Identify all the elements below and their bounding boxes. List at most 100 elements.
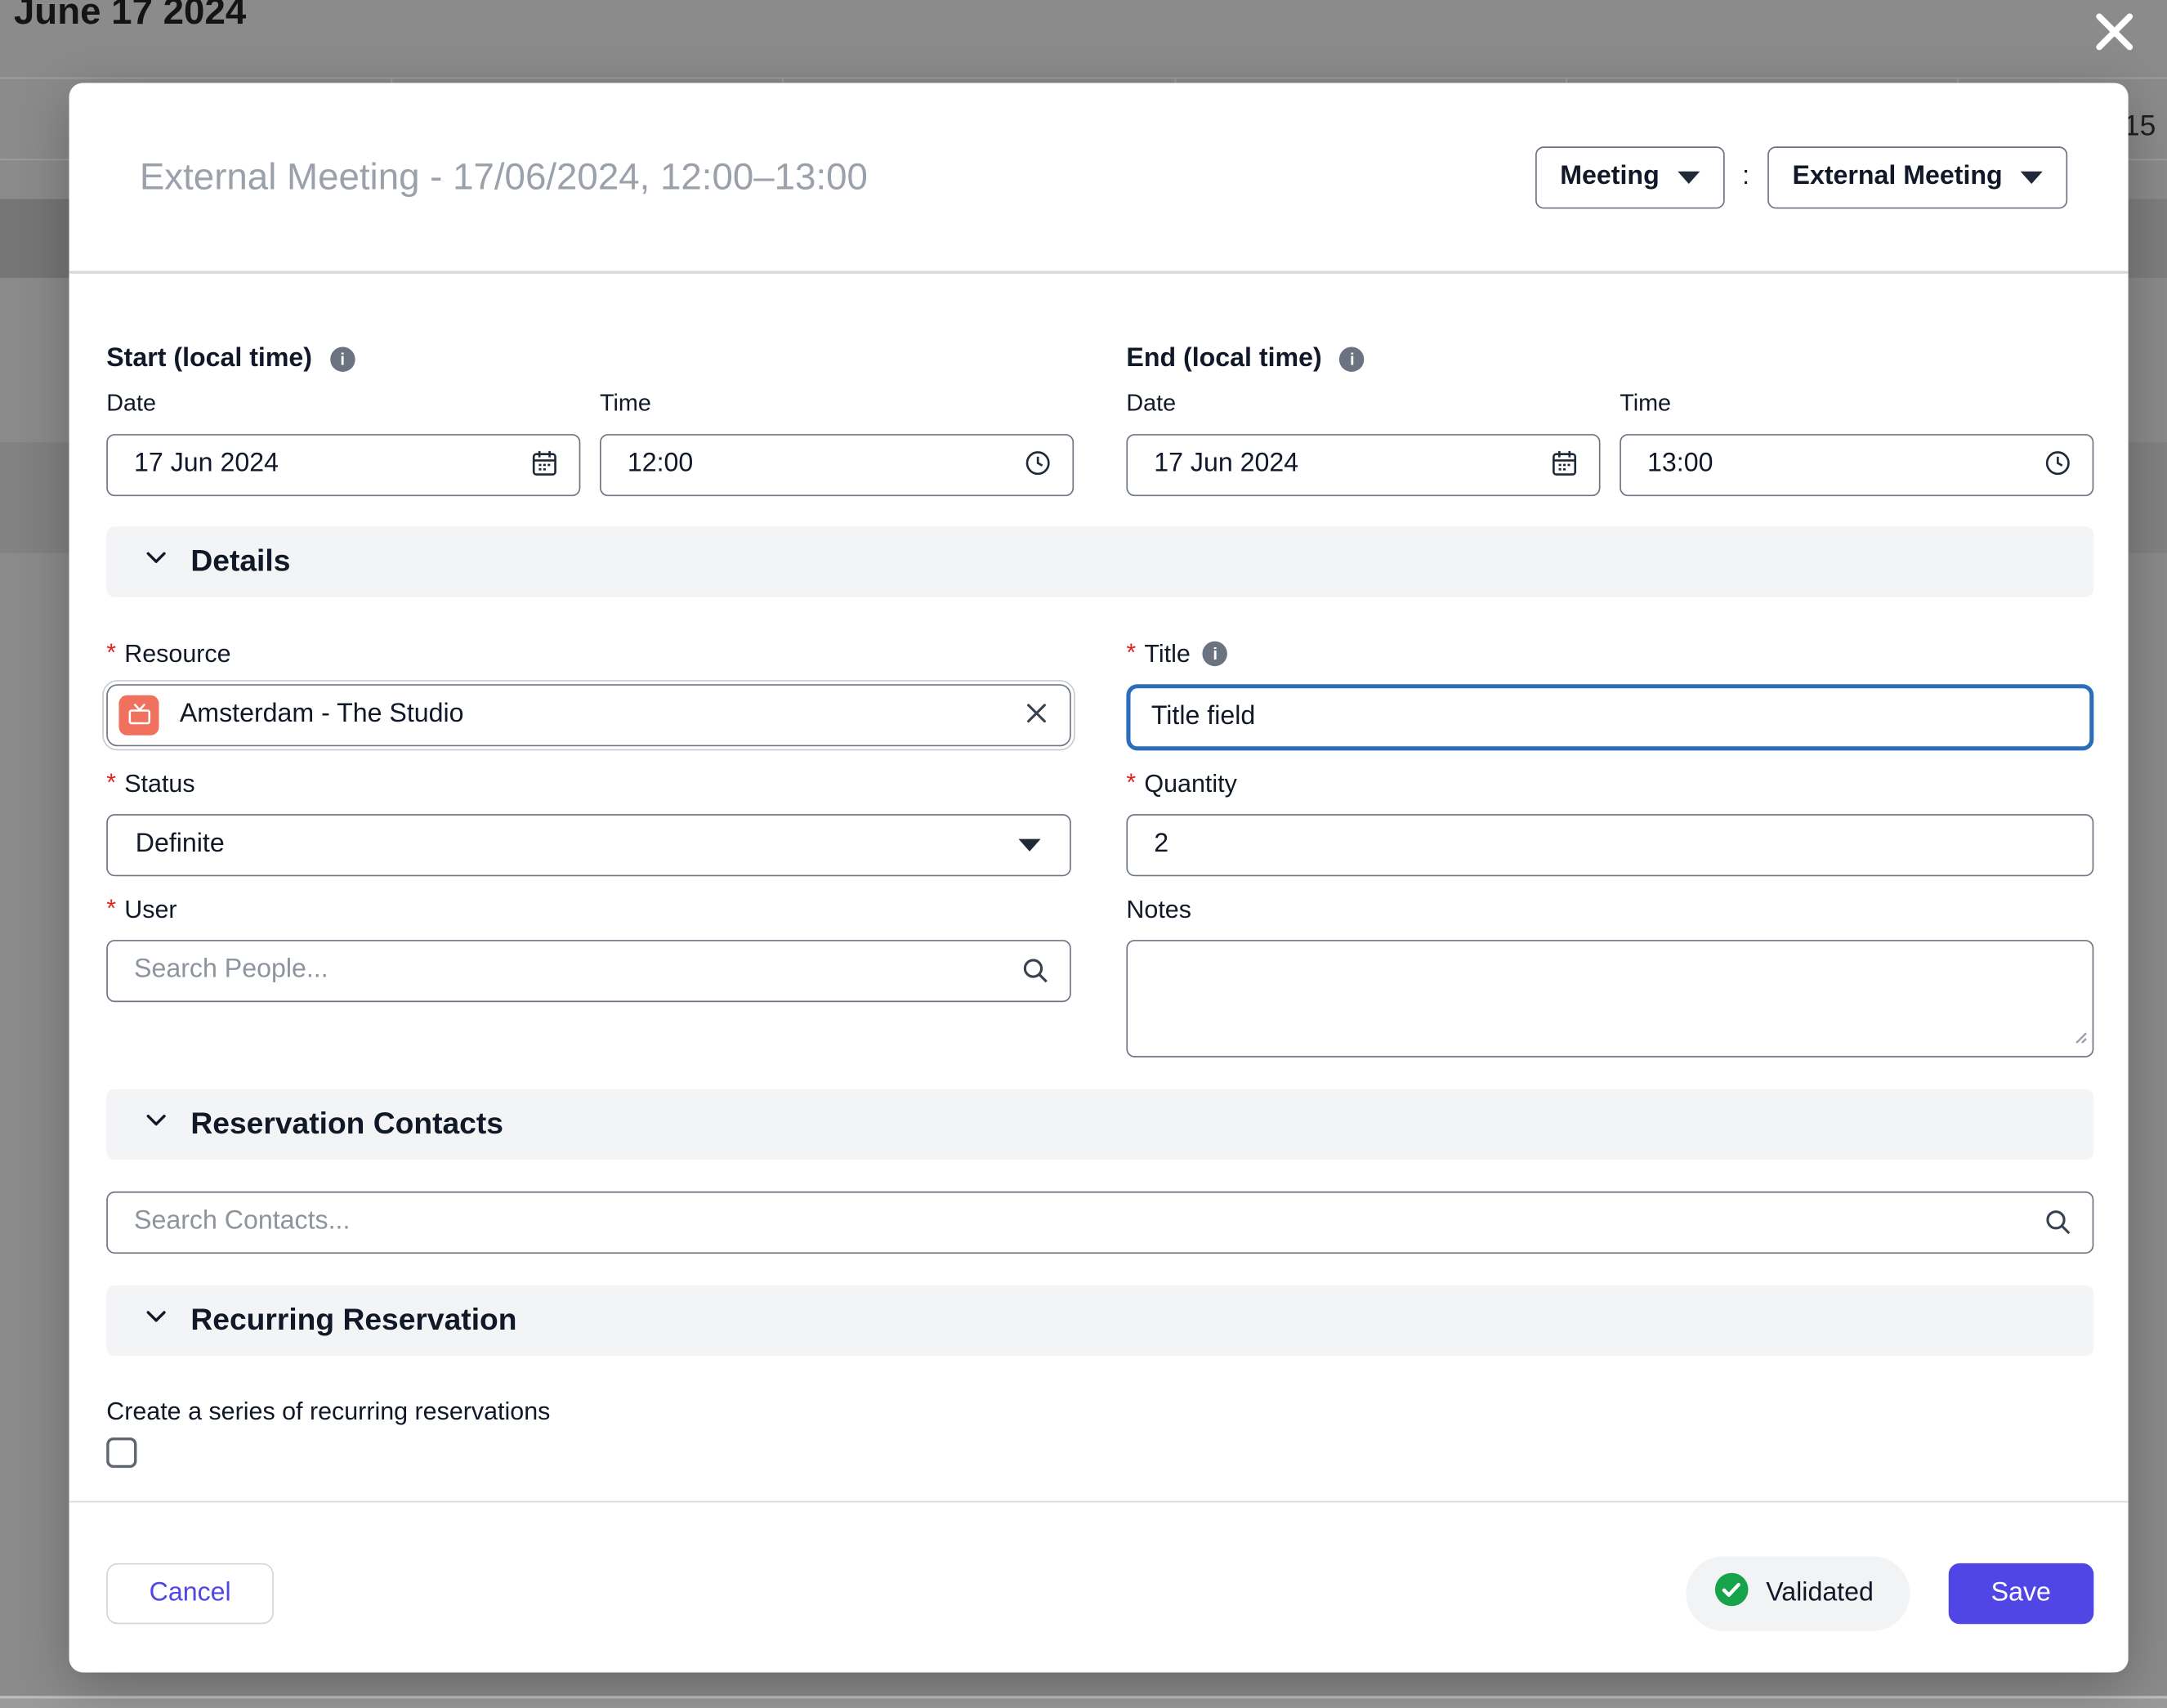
details-section-label: Details bbox=[190, 543, 290, 579]
title-input[interactable] bbox=[1130, 701, 2089, 731]
screen: June 17 2024 15 Meeting : External Meeti… bbox=[0, 0, 2167, 1708]
title-field bbox=[1126, 683, 2093, 749]
title-label-row: * Title i bbox=[1126, 639, 2093, 668]
notes-textarea[interactable] bbox=[1128, 941, 2093, 1055]
end-date-picker-button[interactable] bbox=[1549, 447, 1579, 481]
reservation-title-input[interactable] bbox=[136, 154, 1535, 200]
footer-right: Validated Save bbox=[1686, 1556, 2093, 1630]
resource-tv-icon bbox=[118, 695, 159, 735]
datetime-section: Start (local time) i Date bbox=[106, 343, 2093, 495]
x-icon bbox=[1023, 699, 1051, 731]
start-time-picker-button[interactable] bbox=[1023, 447, 1053, 481]
user-search-input[interactable] bbox=[108, 955, 1020, 986]
chevron-down-icon bbox=[142, 1302, 170, 1338]
details-section-header[interactable]: Details bbox=[106, 526, 2093, 597]
title-label: Title bbox=[1144, 639, 1190, 668]
reservation-modal: Meeting : External Meeting Start (local … bbox=[69, 83, 2129, 1672]
caret-down-icon bbox=[2021, 171, 2043, 183]
info-icon[interactable]: i bbox=[1203, 642, 1227, 666]
recurring-checkbox[interactable] bbox=[106, 1437, 136, 1467]
contacts-section-label: Reservation Contacts bbox=[190, 1106, 503, 1142]
close-icon bbox=[2089, 7, 2139, 60]
end-time-picker-button[interactable] bbox=[2043, 447, 2073, 481]
notes-field bbox=[1126, 939, 2093, 1057]
end-group: End (local time) i Date bbox=[1126, 343, 2093, 495]
search-icon bbox=[1020, 955, 1050, 986]
end-date-field bbox=[1126, 433, 1600, 495]
start-date-label: Date bbox=[106, 389, 580, 417]
header-divider bbox=[69, 271, 2129, 273]
status-select[interactable]: Definite bbox=[106, 813, 1071, 875]
info-icon[interactable]: i bbox=[330, 347, 355, 371]
recurring-checkbox-label: Create a series of recurring reservation… bbox=[106, 1397, 2093, 1426]
start-date-picker-button[interactable] bbox=[529, 447, 560, 481]
booking-type-value: Meeting bbox=[1560, 162, 1659, 192]
save-button[interactable]: Save bbox=[1948, 1563, 2093, 1623]
clock-icon bbox=[1023, 447, 1053, 481]
end-time-label: Time bbox=[1620, 389, 2093, 417]
backdrop-gridline bbox=[0, 78, 2167, 79]
notes-label-row: Notes bbox=[1126, 895, 2093, 924]
validated-badge: Validated bbox=[1686, 1556, 1910, 1630]
end-label: End (local time) bbox=[1126, 343, 1321, 373]
required-asterisk: * bbox=[1126, 638, 1136, 668]
calendar-icon bbox=[529, 447, 560, 481]
clock-icon bbox=[2043, 447, 2073, 481]
status-label-row: * Status bbox=[106, 769, 1071, 798]
contacts-search-input[interactable] bbox=[108, 1207, 2043, 1237]
booking-type-controls: Meeting : External Meeting bbox=[1535, 145, 2067, 208]
modal-footer: Cancel Validated Save bbox=[69, 1502, 2129, 1672]
start-time-input[interactable] bbox=[601, 449, 1023, 480]
resource-clear-button[interactable] bbox=[1023, 699, 1051, 731]
start-label: Start (local time) bbox=[106, 343, 312, 373]
end-time-input[interactable] bbox=[1621, 449, 2043, 480]
type-separator: : bbox=[1742, 162, 1749, 192]
contacts-section-header[interactable]: Reservation Contacts bbox=[106, 1089, 2093, 1159]
chevron-down-icon bbox=[142, 543, 170, 579]
end-label-row: End (local time) i bbox=[1126, 343, 2093, 373]
recurring-section-label: Recurring Reservation bbox=[190, 1302, 516, 1338]
backdrop-date-title: June 17 2024 bbox=[14, 0, 246, 34]
recurring-section-header[interactable]: Recurring Reservation bbox=[106, 1285, 2093, 1355]
required-asterisk: * bbox=[106, 893, 116, 923]
start-group: Start (local time) i Date bbox=[106, 343, 1074, 495]
user-search-field bbox=[106, 939, 1071, 1001]
status-value: Definite bbox=[136, 829, 225, 860]
start-date-field bbox=[106, 433, 580, 495]
user-label-row: * User bbox=[106, 895, 1071, 924]
info-icon[interactable]: i bbox=[1340, 347, 1365, 371]
resource-value: Amsterdam - The Studio bbox=[180, 700, 1002, 730]
quantity-field bbox=[1126, 813, 2093, 875]
cancel-button[interactable]: Cancel bbox=[106, 1563, 274, 1623]
user-label: User bbox=[124, 895, 176, 924]
calendar-icon bbox=[1549, 447, 1579, 481]
end-date-input[interactable] bbox=[1128, 449, 1549, 480]
validated-label: Validated bbox=[1766, 1578, 1874, 1608]
contacts-search-field bbox=[106, 1191, 2093, 1253]
event-type-dropdown[interactable]: External Meeting bbox=[1767, 145, 2067, 208]
start-date-input[interactable] bbox=[108, 449, 529, 480]
required-asterisk: * bbox=[106, 638, 116, 668]
resize-grip-icon[interactable] bbox=[2069, 1025, 2089, 1051]
backdrop-row-band bbox=[0, 1699, 2167, 1708]
resource-label: Resource bbox=[124, 639, 230, 668]
chevron-down-icon bbox=[142, 1106, 170, 1142]
end-time-field bbox=[1620, 433, 2093, 495]
start-label-row: Start (local time) i bbox=[106, 343, 1074, 373]
check-circle-icon bbox=[1713, 1571, 1749, 1615]
quantity-input[interactable] bbox=[1128, 829, 2093, 860]
required-asterisk: * bbox=[1126, 768, 1136, 798]
close-button[interactable] bbox=[2084, 2, 2144, 63]
recurring-checkbox-block: Create a series of recurring reservation… bbox=[106, 1397, 2093, 1467]
resource-combobox[interactable]: Amsterdam - The Studio bbox=[106, 683, 1071, 745]
caret-down-icon bbox=[1678, 171, 1700, 183]
modal-body: Start (local time) i Date bbox=[69, 343, 2129, 1500]
quantity-label-row: * Quantity bbox=[1126, 769, 2093, 798]
search-icon bbox=[2043, 1207, 2073, 1237]
start-time-label: Time bbox=[600, 389, 1074, 417]
caret-down-icon bbox=[1018, 838, 1040, 851]
backdrop-day-number: 15 bbox=[2124, 110, 2156, 144]
notes-label: Notes bbox=[1126, 895, 1191, 924]
booking-type-dropdown[interactable]: Meeting bbox=[1535, 145, 1724, 208]
modal-header: Meeting : External Meeting bbox=[69, 83, 2129, 271]
